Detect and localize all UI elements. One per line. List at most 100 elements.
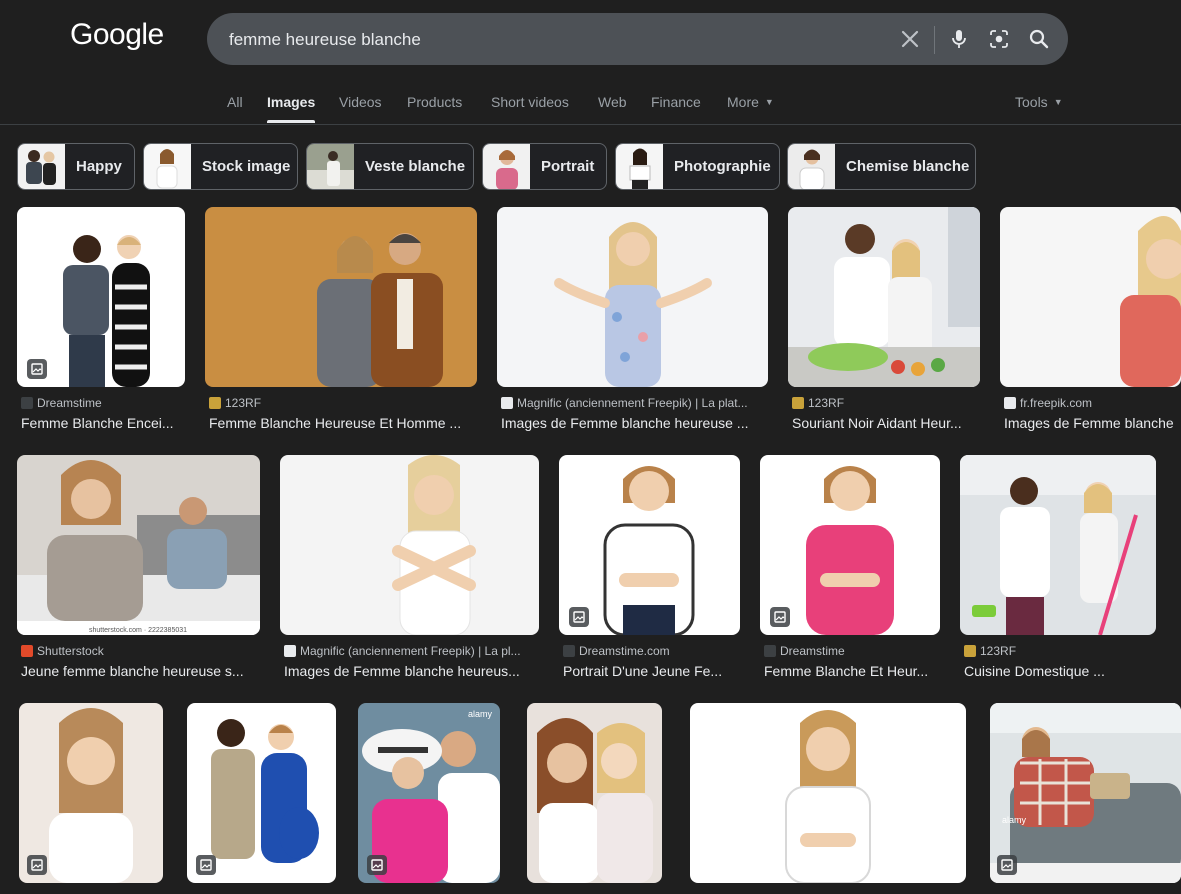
chip-happy[interactable]: Happy — [17, 143, 135, 190]
image-result[interactable]: 123RF Cuisine Domestique ... — [960, 455, 1156, 685]
image-result[interactable] — [19, 703, 163, 894]
result-image[interactable] — [690, 703, 966, 883]
result-source: Shutterstock — [21, 644, 260, 658]
chip-photographie[interactable]: Photographie — [615, 143, 780, 190]
image-icon — [200, 859, 212, 871]
source-name: Magnific (anciennement Freepik) | La pla… — [517, 396, 748, 410]
result-source: Dreamstime — [764, 644, 940, 658]
tab-all[interactable]: All — [227, 94, 243, 110]
source-name: Magnific (anciennement Freepik) | La pl.… — [300, 644, 521, 658]
result-source: 123RF — [792, 396, 980, 410]
result-source: Magnific (anciennement Freepik) | La pla… — [501, 396, 768, 410]
image-result[interactable]: fr.freepik.com Images de Femme blanche — [1000, 207, 1181, 437]
image-result[interactable]: Magnific (anciennement Freepik) | La pla… — [497, 207, 768, 437]
image-result[interactable] — [527, 703, 662, 894]
image-result[interactable]: alamy — [990, 703, 1181, 894]
image-result[interactable]: 123RF Femme Blanche Heureuse Et Homme ..… — [205, 207, 477, 437]
chip-thumbnail — [18, 144, 65, 189]
123rf-icon — [209, 397, 221, 409]
google-logo[interactable]: Google — [70, 18, 164, 52]
source-name: 123RF — [980, 644, 1017, 658]
result-image[interactable] — [497, 207, 768, 387]
image-icon — [31, 859, 43, 871]
result-image[interactable] — [205, 207, 477, 387]
tab-more-label: More — [727, 94, 759, 110]
source-name: 123RF — [225, 396, 262, 410]
result-title[interactable]: Images de Femme blanche — [1004, 415, 1181, 431]
chip-stock-image[interactable]: Stock image — [143, 143, 298, 190]
image-result[interactable] — [187, 703, 336, 894]
source-name: 123RF — [808, 396, 845, 410]
tab-more[interactable]: More ▼ — [727, 94, 774, 110]
tools-label: Tools — [1015, 94, 1048, 110]
tools-button[interactable]: Tools ▼ — [1015, 94, 1063, 110]
image-badge — [997, 855, 1017, 875]
chevron-down-icon: ▼ — [1053, 97, 1063, 107]
chip-thumbnail — [144, 144, 191, 189]
chip-thumbnail — [307, 144, 354, 189]
image-badge — [569, 607, 589, 627]
image-result[interactable]: Dreamstime.com Portrait D'une Jeune Fe..… — [559, 455, 740, 685]
image-badge — [196, 855, 216, 875]
result-image[interactable] — [527, 703, 662, 883]
microphone-icon[interactable] — [947, 27, 971, 51]
chip-chemise-blanche[interactable]: Chemise blanche — [787, 143, 976, 190]
search-divider — [934, 26, 935, 54]
image-icon — [371, 859, 383, 871]
image-result[interactable]: Magnific (anciennement Freepik) | La pl.… — [280, 455, 539, 685]
result-image[interactable] — [788, 207, 980, 387]
result-title[interactable]: Femme Blanche Et Heur... — [764, 663, 940, 679]
image-badge — [27, 855, 47, 875]
tab-images[interactable]: Images — [267, 94, 315, 110]
result-title[interactable]: Jeune femme blanche heureuse s... — [21, 663, 260, 679]
result-source: 123RF — [964, 644, 1156, 658]
result-title[interactable]: Images de Femme blanche heureuse ... — [501, 415, 768, 431]
result-title[interactable]: Portrait D'une Jeune Fe... — [563, 663, 740, 679]
result-title[interactable]: Femme Blanche Heureuse Et Homme ... — [209, 415, 477, 431]
chip-label: Photographie — [674, 158, 771, 175]
magnific-icon — [1004, 397, 1016, 409]
search-icon[interactable] — [1027, 27, 1051, 51]
chip-veste-blanche[interactable]: Veste blanche — [306, 143, 474, 190]
chip-label: Chemise blanche — [846, 158, 970, 175]
result-title[interactable]: Cuisine Domestique ... — [964, 663, 1156, 679]
chip-portrait[interactable]: Portrait — [482, 143, 607, 190]
magnific-icon — [284, 645, 296, 657]
chip-thumbnail — [483, 144, 530, 189]
result-image[interactable] — [1000, 207, 1181, 387]
result-title[interactable]: Images de Femme blanche heureus... — [284, 663, 539, 679]
search-input[interactable] — [227, 13, 871, 67]
image-result[interactable]: Dreamstime Femme Blanche Encei... — [17, 207, 185, 437]
result-image[interactable] — [280, 455, 539, 635]
source-name: Dreamstime — [780, 644, 845, 658]
result-source: Dreamstime — [21, 396, 185, 410]
clear-icon[interactable] — [898, 27, 922, 51]
tab-short-videos[interactable]: Short videos — [491, 94, 569, 110]
result-source: Magnific (anciennement Freepik) | La pl.… — [284, 644, 539, 658]
search-tabs: All Images Videos Products Short videos … — [0, 84, 1181, 125]
image-result[interactable]: alamy — [358, 703, 500, 894]
result-source: Dreamstime.com — [563, 644, 740, 658]
tab-finance[interactable]: Finance — [651, 94, 701, 110]
image-result[interactable]: 123RF Souriant Noir Aidant Heur... — [788, 207, 980, 437]
lens-camera-icon[interactable] — [987, 27, 1011, 51]
watermark-text: alamy — [468, 709, 493, 719]
123rf-icon — [964, 645, 976, 657]
result-image[interactable]: alamy — [990, 703, 1181, 883]
search-bar — [207, 13, 1068, 67]
chip-thumbnail — [788, 144, 835, 189]
result-title[interactable]: Souriant Noir Aidant Heur... — [792, 415, 980, 431]
tab-products[interactable]: Products — [407, 94, 462, 110]
tab-videos[interactable]: Videos — [339, 94, 382, 110]
result-image[interactable] — [960, 455, 1156, 635]
image-badge — [367, 855, 387, 875]
image-badge — [770, 607, 790, 627]
chip-label: Veste blanche — [365, 158, 466, 175]
image-result[interactable]: Dreamstime Femme Blanche Et Heur... — [760, 455, 940, 685]
tab-web[interactable]: Web — [598, 94, 627, 110]
image-icon — [573, 611, 585, 623]
result-image[interactable]: shutterstock.com · 2222385031 — [17, 455, 260, 635]
image-result[interactable]: shutterstock.com · 2222385031 Shuttersto… — [17, 455, 260, 685]
result-title[interactable]: Femme Blanche Encei... — [21, 415, 185, 431]
image-result[interactable] — [690, 703, 966, 894]
